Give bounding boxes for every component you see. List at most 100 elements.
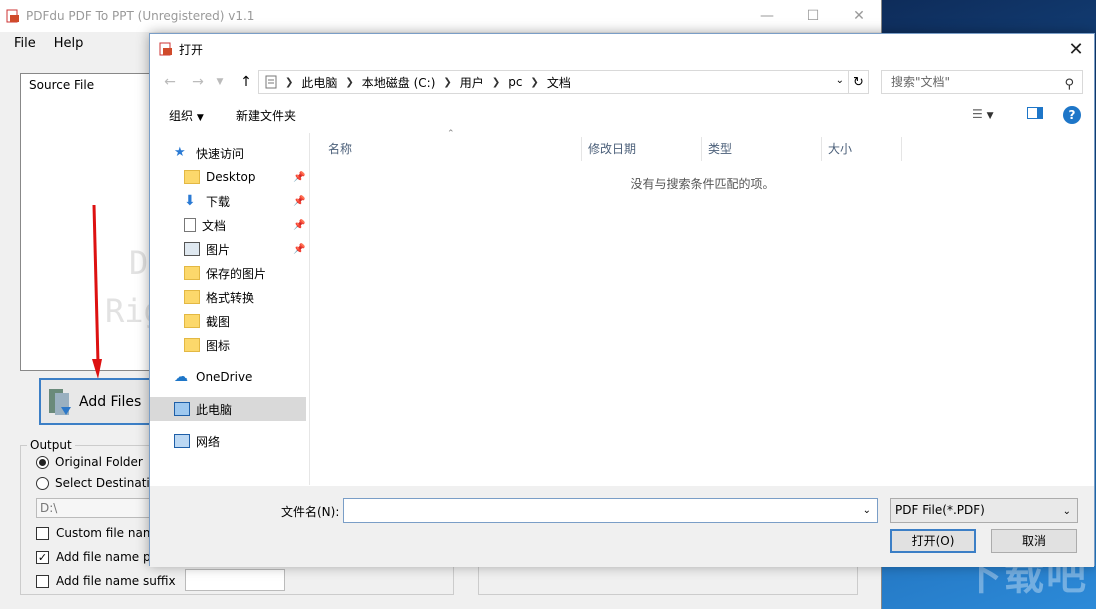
pictures-icon — [184, 242, 200, 256]
preview-pane-icon[interactable] — [1027, 107, 1043, 122]
nav-item-documents[interactable]: 文档 — [184, 213, 226, 237]
original-folder-option[interactable]: Original Folder — [36, 455, 143, 469]
organize-menu[interactable]: 组织 ▼ — [169, 107, 204, 124]
star-icon: ★ — [174, 145, 186, 160]
breadcrumb-local-disk[interactable]: 本地磁盘 (C:) — [362, 74, 436, 91]
breadcrumb-pc[interactable]: pc — [508, 75, 522, 89]
chevron-right-icon: ❯ — [345, 76, 354, 88]
column-size[interactable]: 大小 — [822, 137, 902, 161]
download-arrow-icon: ⬇ — [184, 193, 196, 209]
nav-item-label: 截图 — [206, 314, 231, 329]
original-folder-label: Original Folder — [55, 455, 143, 469]
new-folder-button[interactable]: 新建文件夹 — [236, 107, 296, 124]
pin-icon: 📌 — [293, 244, 306, 255]
app-logo-icon — [159, 42, 172, 56]
cancel-button[interactable]: 取消 — [991, 529, 1077, 553]
dialog-title: 打开 — [179, 42, 204, 57]
folder-icon — [184, 314, 200, 328]
organize-label: 组织 — [169, 109, 194, 123]
nav-item-format-conversion[interactable]: 格式转换 — [184, 285, 254, 309]
close-button[interactable]: ✕ — [836, 0, 882, 32]
radio-icon — [36, 455, 49, 469]
source-file-label: Source File — [29, 78, 95, 92]
search-placeholder: 搜索"文档" — [891, 75, 951, 89]
up-arrow-icon[interactable]: ↑ — [236, 72, 256, 92]
app-title: PDFdu PDF To PPT (Unregistered) v1.1 — [26, 9, 255, 23]
pin-icon: 📌 — [293, 172, 306, 183]
menu-file[interactable]: File — [0, 36, 50, 51]
file-list: ⌃ 名称 修改日期 类型 大小 没有与搜索条件匹配的项。 — [311, 129, 1094, 485]
view-options-icon[interactable]: ☰ ▼ — [972, 107, 994, 121]
add-files-icon — [49, 388, 71, 415]
nav-item-label: 图标 — [206, 338, 231, 353]
nav-item-label: Desktop — [206, 170, 256, 184]
breadcrumb-this-pc[interactable]: 此电脑 — [301, 74, 337, 91]
dialog-close-button[interactable]: ✕ — [1058, 34, 1094, 64]
chevron-down-icon[interactable]: ⌄ — [863, 505, 871, 516]
add-suffix-option[interactable]: Add file name suffix — [36, 574, 176, 588]
nav-item-icons[interactable]: 图标 — [184, 333, 230, 357]
address-row: ← → ▼ ↑ ❯ 此电脑 ❯ 本地磁盘 (C:) ❯ 用户 ❯ pc ❯ 文档… — [150, 69, 1094, 95]
folder-icon — [184, 338, 200, 352]
pin-icon: 📌 — [293, 220, 306, 231]
nav-item-label: 文档 — [202, 218, 227, 233]
nav-item-screenshots[interactable]: 截图 — [184, 309, 230, 333]
add-files-button[interactable]: Add Files — [39, 378, 155, 425]
file-type-filter[interactable]: PDF File(*.PDF) ⌄ — [890, 498, 1078, 523]
nav-onedrive-label: OneDrive — [196, 370, 253, 384]
cloud-icon: ☁ — [174, 369, 188, 385]
nav-network-label: 网络 — [196, 434, 221, 449]
destination-path-field[interactable]: D:\ — [36, 498, 156, 518]
select-destination-option[interactable]: Select Destination — [36, 476, 165, 490]
chevron-right-icon: ❯ — [285, 76, 294, 88]
navigation-pane: ★ 快速访问 Desktop 📌 ⬇ 下载 📌 文档 📌 图片 📌 保存的图片 格… — [150, 133, 310, 485]
suffix-input[interactable] — [185, 569, 285, 591]
help-icon[interactable]: ? — [1063, 106, 1081, 124]
search-input[interactable]: 搜索"文档" ⚲ — [881, 70, 1083, 94]
recent-dropdown-icon[interactable]: ▼ — [210, 72, 230, 92]
forward-arrow-icon[interactable]: → — [188, 72, 208, 92]
maximize-button[interactable]: ☐ — [790, 0, 836, 32]
column-type[interactable]: 类型 — [702, 137, 822, 161]
custom-file-name-option[interactable]: Custom file name — [36, 526, 162, 540]
add-files-label: Add Files — [79, 393, 142, 410]
dialog-titlebar: 打开 ✕ — [150, 34, 1094, 64]
nav-quick-access[interactable]: ★ 快速访问 — [174, 141, 244, 165]
menu-help[interactable]: Help — [50, 36, 98, 51]
folder-icon — [184, 170, 200, 184]
file-type-value: PDF File(*.PDF) — [895, 503, 985, 517]
checkbox-checked-icon: ✓ — [36, 550, 49, 564]
open-file-dialog: 打开 ✕ ← → ▼ ↑ ❯ 此电脑 ❯ 本地磁盘 (C:) ❯ 用户 ❯ pc… — [149, 33, 1095, 567]
add-suffix-label: Add file name suffix — [56, 574, 176, 588]
nav-network[interactable]: 网络 — [174, 429, 220, 453]
network-icon — [174, 434, 190, 448]
column-date-modified[interactable]: 修改日期 — [582, 137, 702, 161]
nav-item-pictures[interactable]: 图片 — [184, 237, 230, 261]
minimize-button[interactable]: — — [744, 0, 790, 32]
column-name[interactable]: 名称 — [322, 137, 582, 161]
checkbox-icon — [36, 526, 49, 540]
app-titlebar: PDFdu PDF To PPT (Unregistered) v1.1 — ☐… — [0, 0, 881, 32]
refresh-icon[interactable]: ↻ — [849, 70, 869, 94]
nav-quick-access-label: 快速访问 — [196, 146, 245, 161]
nav-item-downloads[interactable]: ⬇ 下载 — [184, 189, 230, 213]
dialog-footer: 文件名(N): ⌄ PDF File(*.PDF) ⌄ 打开(O) 取消 — [150, 486, 1094, 567]
nav-this-pc[interactable]: 此电脑 — [150, 397, 306, 421]
open-button[interactable]: 打开(O) — [890, 529, 976, 553]
output-label: Output — [27, 438, 75, 452]
caret-down-icon: ▼ — [196, 113, 204, 123]
breadcrumb-documents[interactable]: 文档 — [547, 74, 571, 91]
pin-icon: 📌 — [293, 196, 306, 207]
chevron-down-icon[interactable]: ⌄ — [836, 75, 844, 86]
nav-this-pc-label: 此电脑 — [196, 402, 233, 417]
address-bar[interactable]: ❯ 此电脑 ❯ 本地磁盘 (C:) ❯ 用户 ❯ pc ❯ 文档 ⌄ — [258, 70, 849, 94]
filename-input[interactable]: ⌄ — [343, 498, 878, 523]
chevron-right-icon: ❯ — [491, 76, 501, 88]
back-arrow-icon[interactable]: ← — [160, 72, 180, 92]
breadcrumb-users[interactable]: 用户 — [460, 74, 484, 91]
document-icon — [184, 218, 196, 232]
search-icon: ⚲ — [1064, 77, 1074, 92]
nav-item-desktop[interactable]: Desktop — [184, 165, 256, 189]
nav-onedrive[interactable]: ☁ OneDrive — [174, 365, 252, 389]
nav-item-saved-pictures[interactable]: 保存的图片 — [184, 261, 266, 285]
